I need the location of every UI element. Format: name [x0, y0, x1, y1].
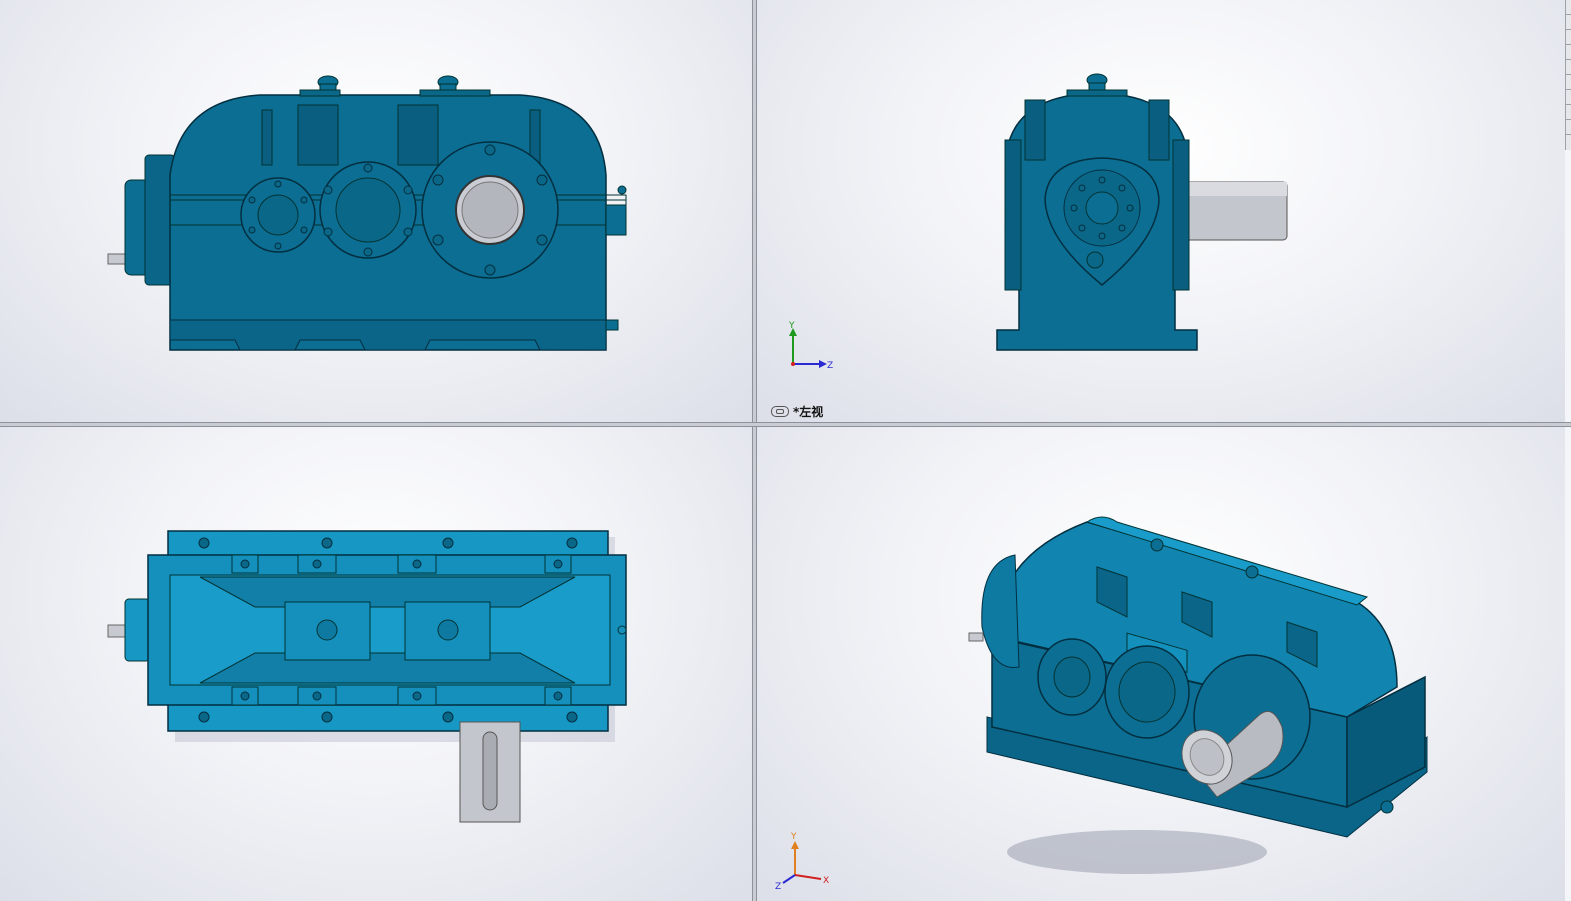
breather-vent [437, 619, 459, 641]
viewport-iso[interactable]: Y X Z [757, 427, 1565, 901]
viewport-splitter-horizontal[interactable] [0, 422, 1571, 427]
viewport-left[interactable]: Y Z *左视 [757, 0, 1565, 422]
gearbox-front-view [107, 75, 627, 351]
viewport-front[interactable] [0, 0, 752, 422]
breather-vent [1150, 538, 1164, 552]
gearbox-left-view: Y Z [788, 73, 1288, 371]
gearbox-top-view [107, 530, 627, 823]
task-pane-tab[interactable] [1566, 60, 1571, 75]
task-pane-tab[interactable] [1566, 90, 1571, 105]
task-pane-tab[interactable] [1566, 30, 1571, 45]
gearbox-iso-view: Y X Z [775, 516, 1428, 892]
axis-y-label: Y [790, 832, 797, 842]
task-pane-tab[interactable] [1566, 105, 1571, 120]
task-pane-tabs[interactable] [1565, 0, 1571, 150]
viewport-top[interactable] [0, 427, 752, 901]
view-name-text: *左视 [793, 405, 824, 419]
viewport-splitter-vertical[interactable] [752, 0, 757, 901]
drain-plug [1086, 251, 1104, 269]
triad-icon: Y X Z [775, 832, 829, 892]
axis-x-label: X [823, 876, 829, 886]
triad-icon: Y Z [788, 321, 833, 371]
axis-z-label: Z [775, 882, 781, 892]
task-pane-tab[interactable] [1566, 15, 1571, 30]
task-pane-tab[interactable] [1566, 45, 1571, 60]
task-pane-tab[interactable] [1566, 0, 1571, 15]
breather-vent [1245, 565, 1259, 579]
keyway [482, 731, 498, 811]
axis-z-label: Z [827, 361, 833, 371]
task-pane-tab[interactable] [1566, 75, 1571, 90]
axis-y-label: Y [788, 321, 795, 331]
task-pane-tab[interactable] [1566, 120, 1571, 135]
view-name-label: *左视 [771, 403, 823, 420]
breather-vent [316, 619, 338, 641]
link-icon [771, 406, 789, 417]
